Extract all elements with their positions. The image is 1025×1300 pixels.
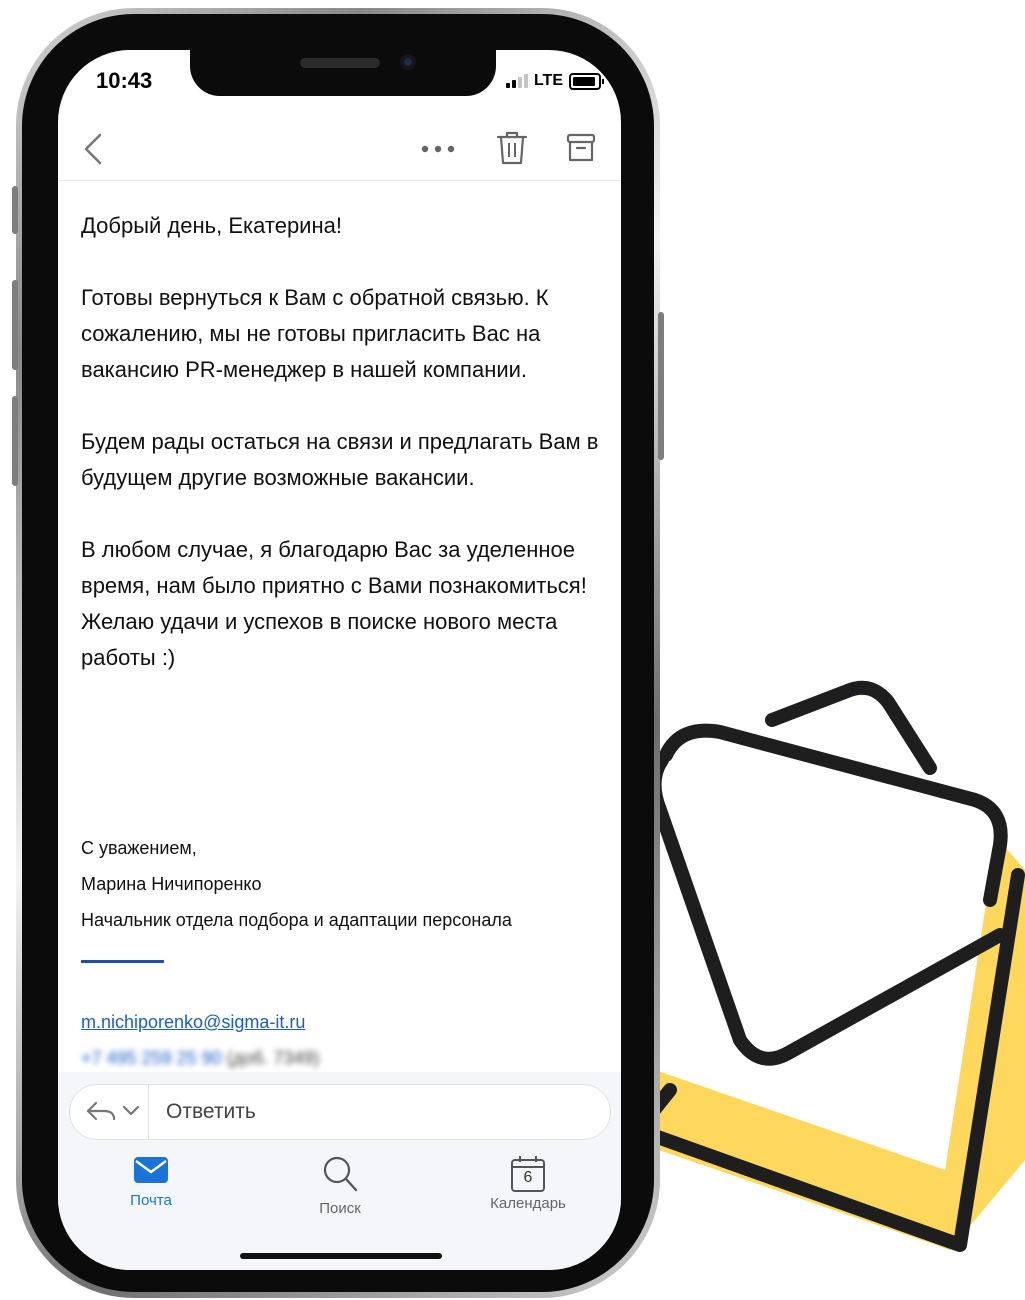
front-camera bbox=[400, 54, 416, 70]
email-paragraph: В любом случае, я благодарю Вас за уделе… bbox=[81, 537, 587, 670]
email-paragraph: Будем рады остаться на связи и предлагат… bbox=[81, 429, 599, 490]
phone-screen: 10:43 LTE Добрый день, Екатерина! Готовы… bbox=[58, 50, 621, 1270]
calendar-icon: 6 bbox=[510, 1155, 546, 1193]
signature-phone-number[interactable]: +7 495 259 25 90 bbox=[81, 1048, 222, 1068]
signature-name: Марина Ничипоренко bbox=[81, 874, 262, 894]
battery-icon bbox=[569, 72, 604, 90]
tab-label: Почта bbox=[130, 1192, 172, 1209]
status-time: 10:43 bbox=[96, 68, 153, 93]
tab-mail[interactable]: Почта bbox=[71, 1155, 231, 1209]
search-icon bbox=[323, 1156, 358, 1192]
tab-calendar[interactable]: 6 Календарь bbox=[448, 1155, 608, 1212]
signal-icon bbox=[505, 74, 528, 88]
calendar-day-badge: 6 bbox=[523, 1169, 533, 1186]
status-indicators: LTE bbox=[505, 72, 604, 90]
signature-phone[interactable]: +7 495 259 25 90 (доб. 7349) bbox=[81, 1048, 320, 1069]
email-body: Добрый день, Екатерина! Готовы вернуться… bbox=[81, 208, 606, 712]
tab-label: Поиск bbox=[319, 1200, 361, 1217]
earpiece-speaker bbox=[300, 58, 380, 68]
signature-closing: С уважением, bbox=[81, 838, 197, 858]
trash-icon[interactable] bbox=[496, 130, 528, 166]
signature-phone-extension: (доб. 7349) bbox=[226, 1048, 320, 1068]
signature-divider bbox=[81, 960, 164, 963]
envelope-illustration bbox=[630, 680, 1025, 1252]
home-indicator[interactable] bbox=[240, 1253, 442, 1259]
volume-up-button bbox=[12, 280, 18, 370]
archive-icon[interactable] bbox=[566, 132, 596, 164]
more-icon[interactable] bbox=[420, 144, 456, 154]
reply-button-label[interactable]: Ответить bbox=[166, 1100, 256, 1124]
reply-bar[interactable]: Ответить bbox=[70, 1085, 610, 1139]
tab-label: Календарь bbox=[490, 1195, 566, 1212]
tab-search[interactable]: Поиск bbox=[260, 1155, 420, 1217]
reply-options-icon[interactable] bbox=[84, 1097, 144, 1127]
power-button bbox=[658, 312, 664, 460]
signature-position: Начальник отдела подбора и адаптации пер… bbox=[81, 910, 512, 930]
mail-toolbar bbox=[58, 120, 621, 181]
back-icon[interactable] bbox=[82, 132, 104, 166]
network-label: LTE bbox=[533, 72, 563, 89]
reply-divider bbox=[148, 1085, 149, 1139]
volume-down-button bbox=[12, 396, 18, 486]
signature-email-link[interactable]: m.nichiporenko@sigma-it.ru bbox=[81, 1012, 305, 1033]
mail-icon bbox=[134, 1157, 168, 1183]
mute-switch bbox=[12, 186, 18, 234]
email-paragraph: Готовы вернуться к Вам с обратной связью… bbox=[81, 285, 549, 382]
notch bbox=[190, 50, 496, 96]
email-signature: С уважением, Марина Ничипоренко Начальни… bbox=[81, 830, 512, 938]
email-greeting: Добрый день, Екатерина! bbox=[81, 213, 342, 238]
